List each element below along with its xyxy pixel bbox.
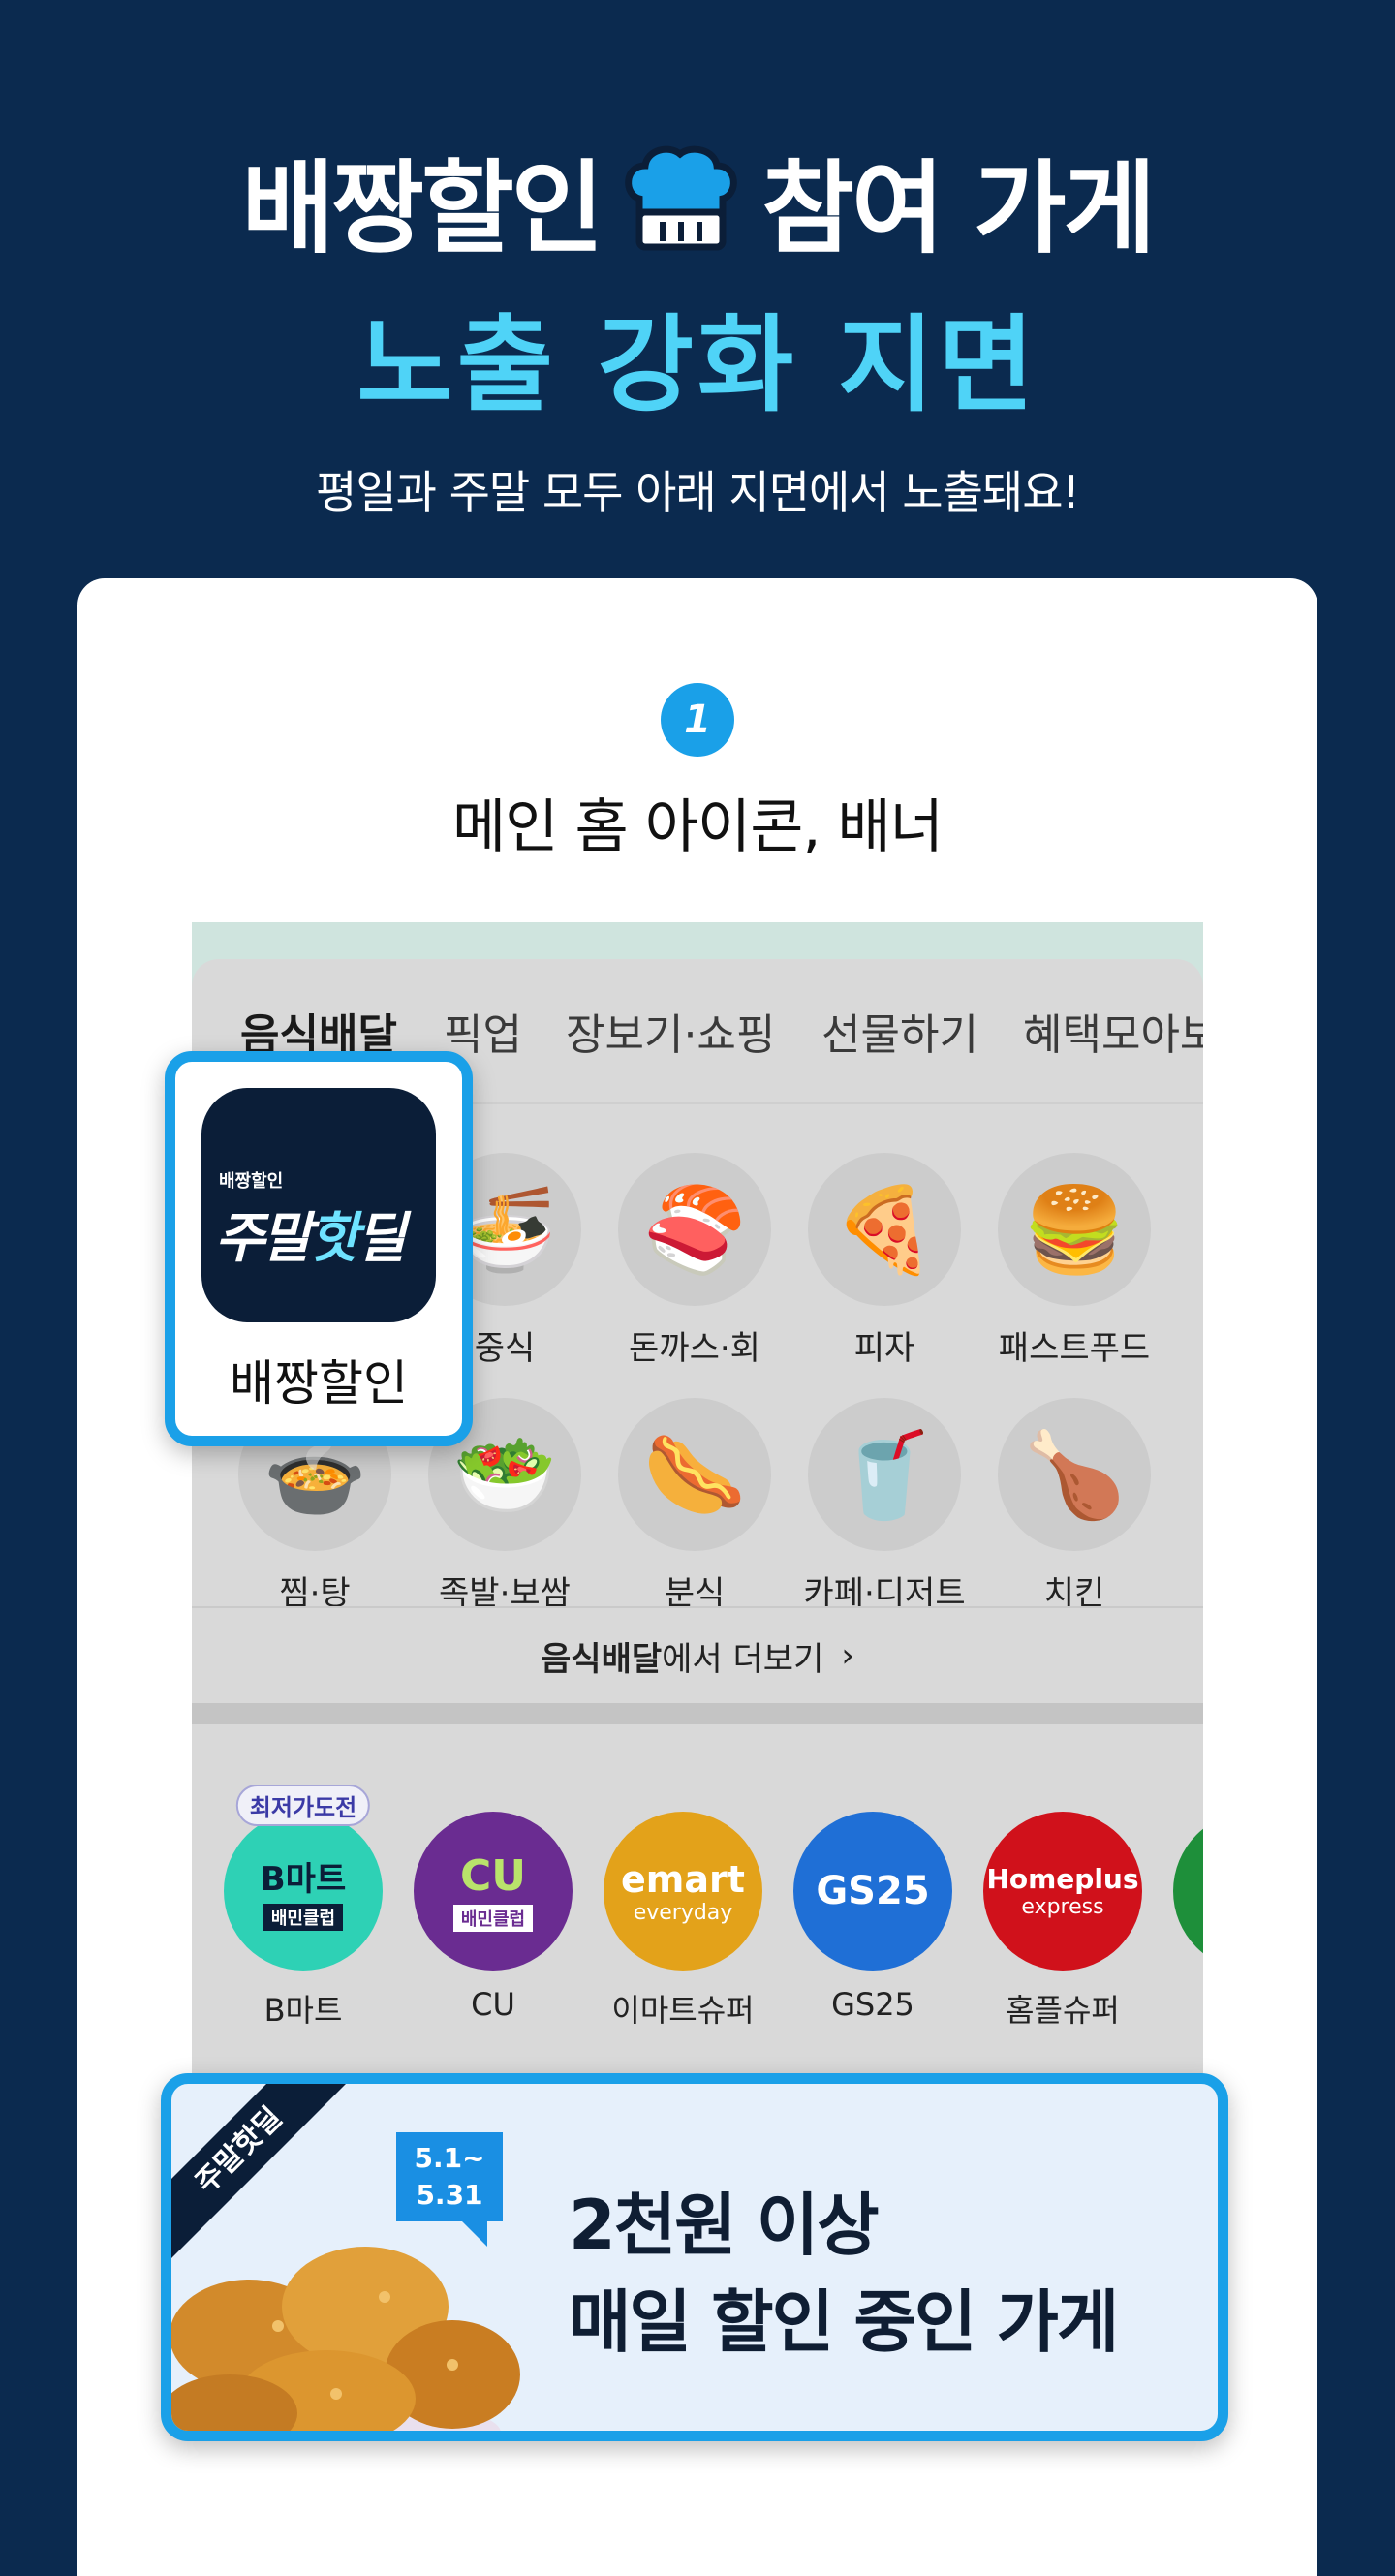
icon-big-text-c: 딜 [356, 1207, 407, 1270]
step-badge: 1 [661, 683, 734, 757]
category-chicken[interactable]: 🍗 치킨 [987, 1398, 1162, 1614]
category-cafe[interactable]: 🥤 카페·디저트 [797, 1398, 972, 1614]
date-end: 5.31 [416, 2179, 483, 2211]
homeplus-logo: Homeplus express [983, 1812, 1142, 1971]
category-label: 피자 [853, 1329, 915, 1368]
bajjang-discount-icon-callout[interactable]: 배짱할인 주말핫딜 배짱할인 [165, 1051, 473, 1446]
callout-label: 배짱할인 [230, 1355, 408, 1412]
shop-logo-sub: everyday [633, 1900, 733, 1925]
shop-label: 홈플슈퍼 [1006, 1992, 1120, 2029]
shop-logo-text: CU [459, 1850, 527, 1901]
shop-partial-logo [1173, 1812, 1203, 1971]
shop-label: 이마트슈퍼 [611, 1992, 755, 2029]
shop-logo-text: Homeplus [986, 1863, 1139, 1895]
category-label: 패스트푸드 [998, 1329, 1151, 1368]
icon-big-text-b: 핫 [309, 1207, 359, 1270]
hero-header: 배짱할인 참여 가게 노출 강화 지면 평일과 주말 모두 아래 지면에서 노출… [0, 0, 1395, 581]
section-title: 메인 홈 아이콘, 배너 [452, 793, 944, 861]
more-link-bold: 음식배달 [541, 1639, 663, 1679]
gs25-logo: GS25 [793, 1812, 952, 1971]
shop-cu[interactable]: CU 배민클럽 CU [411, 1812, 575, 2023]
shop-gs25[interactable]: GS25 GS25 [790, 1812, 955, 2023]
category-fastfood[interactable]: 🍔 패스트푸드 [987, 1153, 1162, 1369]
sushi-icon: 🍣 [618, 1153, 771, 1306]
shop-label: CU [471, 1986, 515, 2023]
shop-logo-text: GS25 [816, 1869, 930, 1913]
icon-big-text-a: 주말 [215, 1207, 312, 1270]
shop-emart[interactable]: emart everyday 이마트슈퍼 [601, 1812, 765, 2031]
more-link-text: 에서 더보기 [662, 1639, 824, 1679]
shop-partial[interactable]: 무료 [1170, 1812, 1203, 1971]
hero-title-line1: 배짱할인 참여 가게 [0, 136, 1395, 267]
shop-label: GS25 [831, 1986, 914, 2023]
icon-big-text: 주말핫딜 [215, 1195, 407, 1273]
shop-logo-text: B마트 [260, 1859, 347, 1899]
tab-shopping[interactable]: 장보기·쇼핑 [566, 1000, 775, 1062]
burger-icon: 🍔 [998, 1153, 1151, 1306]
tab-gifts[interactable]: 선물하기 [822, 1000, 978, 1062]
category-snack[interactable]: 🌭 분식 [607, 1398, 782, 1614]
hero-title-line2: 노출 강화 지면 [356, 305, 1038, 426]
date-start: 5.1~ [414, 2142, 485, 2174]
chicken-leg-icon: 🍗 [998, 1398, 1151, 1551]
icon-small-text: 배짱할인 [219, 1171, 284, 1192]
shop-logo-text: emart [621, 1857, 745, 1901]
banner-headline-2: 매일 할인 중인 가게 [569, 2282, 1119, 2362]
chef-hat-icon [625, 145, 738, 251]
shop-logo-sub: express [1021, 1895, 1104, 1919]
category-label: 돈까스·회 [629, 1329, 760, 1368]
shop-label: B마트 [264, 1992, 343, 2029]
section-divider [192, 1703, 1203, 1724]
emart-logo: emart everyday [604, 1812, 762, 1971]
shop-homeplus[interactable]: Homeplus express 홈플슈퍼 [980, 1812, 1145, 2031]
iced-coffee-icon: 🥤 [808, 1398, 961, 1551]
more-food-delivery-link[interactable]: 음식배달 에서 더보기 › [192, 1606, 1203, 1703]
shop-bmart[interactable]: B마트 배민클럽 최저가도전 B마트 [221, 1785, 386, 2031]
tab-benefits[interactable]: 혜택모아보 [1023, 1000, 1203, 1062]
shop-logo-sub: 배민클럽 [263, 1903, 344, 1931]
lowest-price-badge: 최저가도전 [235, 1785, 371, 1826]
weekend-hot-deal-banner[interactable]: 주말핫딜 5.1~ 5.31 2천원 이상 매일 할인 중인 가게 [161, 2073, 1228, 2441]
chevron-right-icon: › [841, 1636, 854, 1675]
date-flag-tail [462, 2221, 487, 2247]
banner-headline-1: 2천원 이상 [569, 2186, 880, 2265]
shop-logo-sub: 배민클럽 [452, 1904, 534, 1932]
category-pizza[interactable]: 🍕 피자 [797, 1153, 972, 1369]
date-range-flag: 5.1~ 5.31 [396, 2132, 503, 2221]
sausage-icon: 🌭 [618, 1398, 771, 1551]
bmart-logo: B마트 배민클럽 [224, 1812, 383, 1971]
weekend-hot-deal-app-icon: 배짱할인 주말핫딜 [202, 1088, 436, 1322]
hero-title-participating: 참여 가게 [761, 148, 1156, 267]
pizza-icon: 🍕 [808, 1153, 961, 1306]
cu-logo: CU 배민클럽 [414, 1812, 573, 1971]
category-cutlet-sashimi[interactable]: 🍣 돈까스·회 [607, 1153, 782, 1369]
hero-subtitle: 평일과 주말 모두 아래 지면에서 노출돼요! [316, 466, 1080, 518]
hero-title-brand: 배짱할인 [241, 148, 604, 267]
